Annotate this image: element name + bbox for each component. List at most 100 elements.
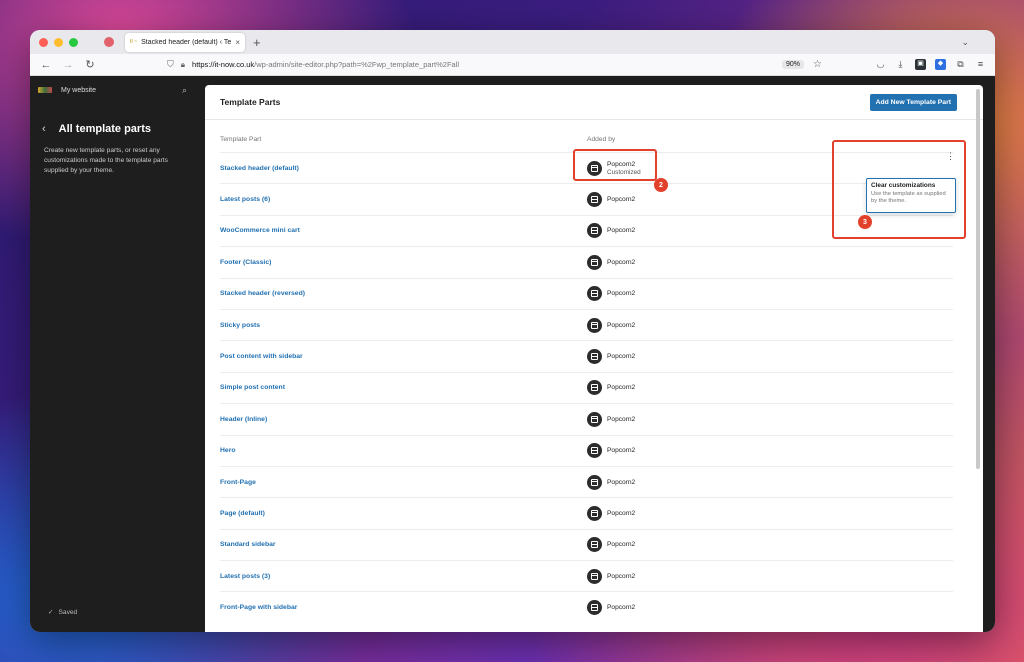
page-title: Template Parts [220,97,281,107]
theme-name: Popcorn2 [607,227,636,235]
added-by-cell: Popcorn2 [587,505,635,521]
address-bar[interactable]: ⛉ 🔒︎ https://it-now.co.uk/wp-admin/site-… [167,57,822,73]
extension-dark-icon[interactable]: ▣ [915,59,926,70]
highlight-box-added-by [573,149,657,181]
template-part-link[interactable]: Sticky posts [220,322,587,329]
added-by-text: Popcorn2 [607,510,635,517]
added-by-cell: Popcorn2 [587,223,635,239]
saved-label: Saved [58,609,78,616]
theme-name: Popcorn2 [607,384,636,392]
extension-blue-icon[interactable]: ◆ [935,59,946,70]
theme-name: Popcorn2 [607,604,636,612]
tab-favicon-icon: II ~ [130,39,138,45]
theme-name: Popcorn2 [607,509,636,517]
tab-list-chevron-icon[interactable]: ⌄ [961,37,969,48]
tab-title: Stacked header (default) ‹ Tem [141,38,232,46]
minimize-window-button[interactable] [54,37,63,47]
theme-name: Popcorn2 [607,572,636,580]
template-part-link[interactable]: Simple post content [220,384,587,391]
added-by-text: Popcorn2 [607,573,635,580]
template-part-link[interactable]: Latest posts (6) [220,196,587,203]
check-icon: ✓ [48,609,54,616]
browser-tab-active[interactable]: II ~ Stacked header (default) ‹ Tem × [125,32,245,52]
added-by-text: Popcorn2 [607,604,635,611]
zoom-level-button[interactable]: 90% [782,60,805,69]
site-name[interactable]: My website [61,87,96,94]
tab-bar: II ~ Stacked header (default) ‹ Tem × + … [30,30,995,54]
theme-layout-icon [587,223,602,239]
extensions-puzzle-icon[interactable]: ⧉ [955,59,966,70]
pinned-tab-icon[interactable] [104,37,114,47]
shield-icon[interactable]: ⛉ [167,59,174,70]
search-icon[interactable]: ⌕ [182,85,187,96]
add-new-template-part-button[interactable]: Add New Template Part [869,93,957,111]
lock-icon[interactable]: 🔒︎ [181,60,185,70]
save-status: ✓ Saved [48,608,77,616]
theme-layout-icon [587,474,602,490]
added-by-cell: Popcorn2 [587,443,636,459]
pocket-icon[interactable]: ◡ [875,59,886,70]
template-part-link[interactable]: Front-Page with sidebar [220,604,587,611]
table-row: Footer (Classic) Popcorn2 [220,246,953,277]
panel-header: Template Parts Add New Template Part [205,85,983,120]
column-header-added-by: Added by [587,135,616,143]
highlight-box-actions [832,140,966,239]
theme-name: Popcorn2 [607,478,636,486]
table-row: Latest posts (3) Popcorn2 [220,560,953,591]
annotation-badge-3: 3 [858,215,872,229]
added-by-cell: Popcorn2 [587,411,635,427]
theme-name: Popcorn2 [607,447,636,455]
template-part-link[interactable]: Stacked header (reversed) [220,290,587,297]
added-by-cell: Popcorn2 [587,349,635,365]
tab-close-icon[interactable]: × [235,38,240,47]
site-editor-sidebar: My website ⌕ ‹ All template parts Create… [30,76,205,632]
template-part-link[interactable]: Header (Inline) [220,416,587,423]
template-part-link[interactable]: Standard sidebar [220,541,587,548]
template-part-link[interactable]: Post content with sidebar [220,353,587,360]
navigation-bar: ← → ↻ ⛉ 🔒︎ https://it-now.co.uk/wp-admin… [30,54,995,76]
reload-icon[interactable]: ↻ [83,58,97,71]
bookmark-star-icon[interactable]: ☆ [813,59,822,70]
back-arrow-icon[interactable]: ← [39,59,53,71]
template-part-link[interactable]: Latest posts (3) [220,573,587,580]
site-logo[interactable] [38,87,52,93]
chevron-left-icon[interactable]: ‹ [42,123,46,135]
menu-hamburger-icon[interactable]: ≡ [975,59,986,70]
url-host: https://it-now.co.uk [192,60,255,69]
added-by-cell: Popcorn2 [587,474,636,490]
table-row: Standard sidebar Popcorn2 [220,528,953,560]
toolbar-icons: ◡ ⤓ ▣ ◆ ⧉ ≡ [875,59,986,70]
added-by-text: Popcorn2 [607,196,635,203]
sidebar-heading: ‹ All template parts [30,123,205,135]
theme-layout-icon [587,505,602,521]
theme-layout-icon [587,254,602,270]
theme-name: Popcorn2 [607,196,636,204]
table-row: Simple post content Popcorn2 [220,371,953,403]
theme-layout-icon [587,600,602,616]
theme-name: Popcorn2 [607,541,636,549]
added-by-text: Popcorn2 [607,227,635,234]
added-by-cell: Popcorn2 [587,380,636,396]
table-row: Header (Inline) Popcorn2 [220,403,953,434]
maximize-window-button[interactable] [69,37,78,47]
template-part-link[interactable]: Front-Page [220,479,587,486]
theme-name: Popcorn2 [607,321,636,329]
theme-layout-icon [587,443,602,459]
template-part-link[interactable]: Page (default) [220,510,587,517]
download-icon[interactable]: ⤓ [895,59,906,70]
table-row: Front-Page with sidebar Popcorn2 [220,591,953,622]
column-header-template-part: Template Part [220,135,262,143]
template-part-link[interactable]: Hero [220,447,587,454]
template-part-link[interactable]: Stacked header (default) [220,165,587,172]
new-tab-button[interactable]: + [253,35,261,50]
annotation-badge-2: 2 [654,178,668,192]
added-by-text: Popcorn2 [607,416,635,423]
template-part-link[interactable]: WooCommerce mini cart [220,227,587,234]
added-by-text: Popcorn2 [607,353,635,360]
forward-arrow-icon[interactable]: → [61,59,75,71]
close-window-button[interactable] [39,37,48,47]
theme-layout-icon [587,568,602,584]
scrollbar[interactable] [976,89,980,469]
added-by-cell: Popcorn2 [587,537,636,553]
template-part-link[interactable]: Footer (Classic) [220,259,587,266]
